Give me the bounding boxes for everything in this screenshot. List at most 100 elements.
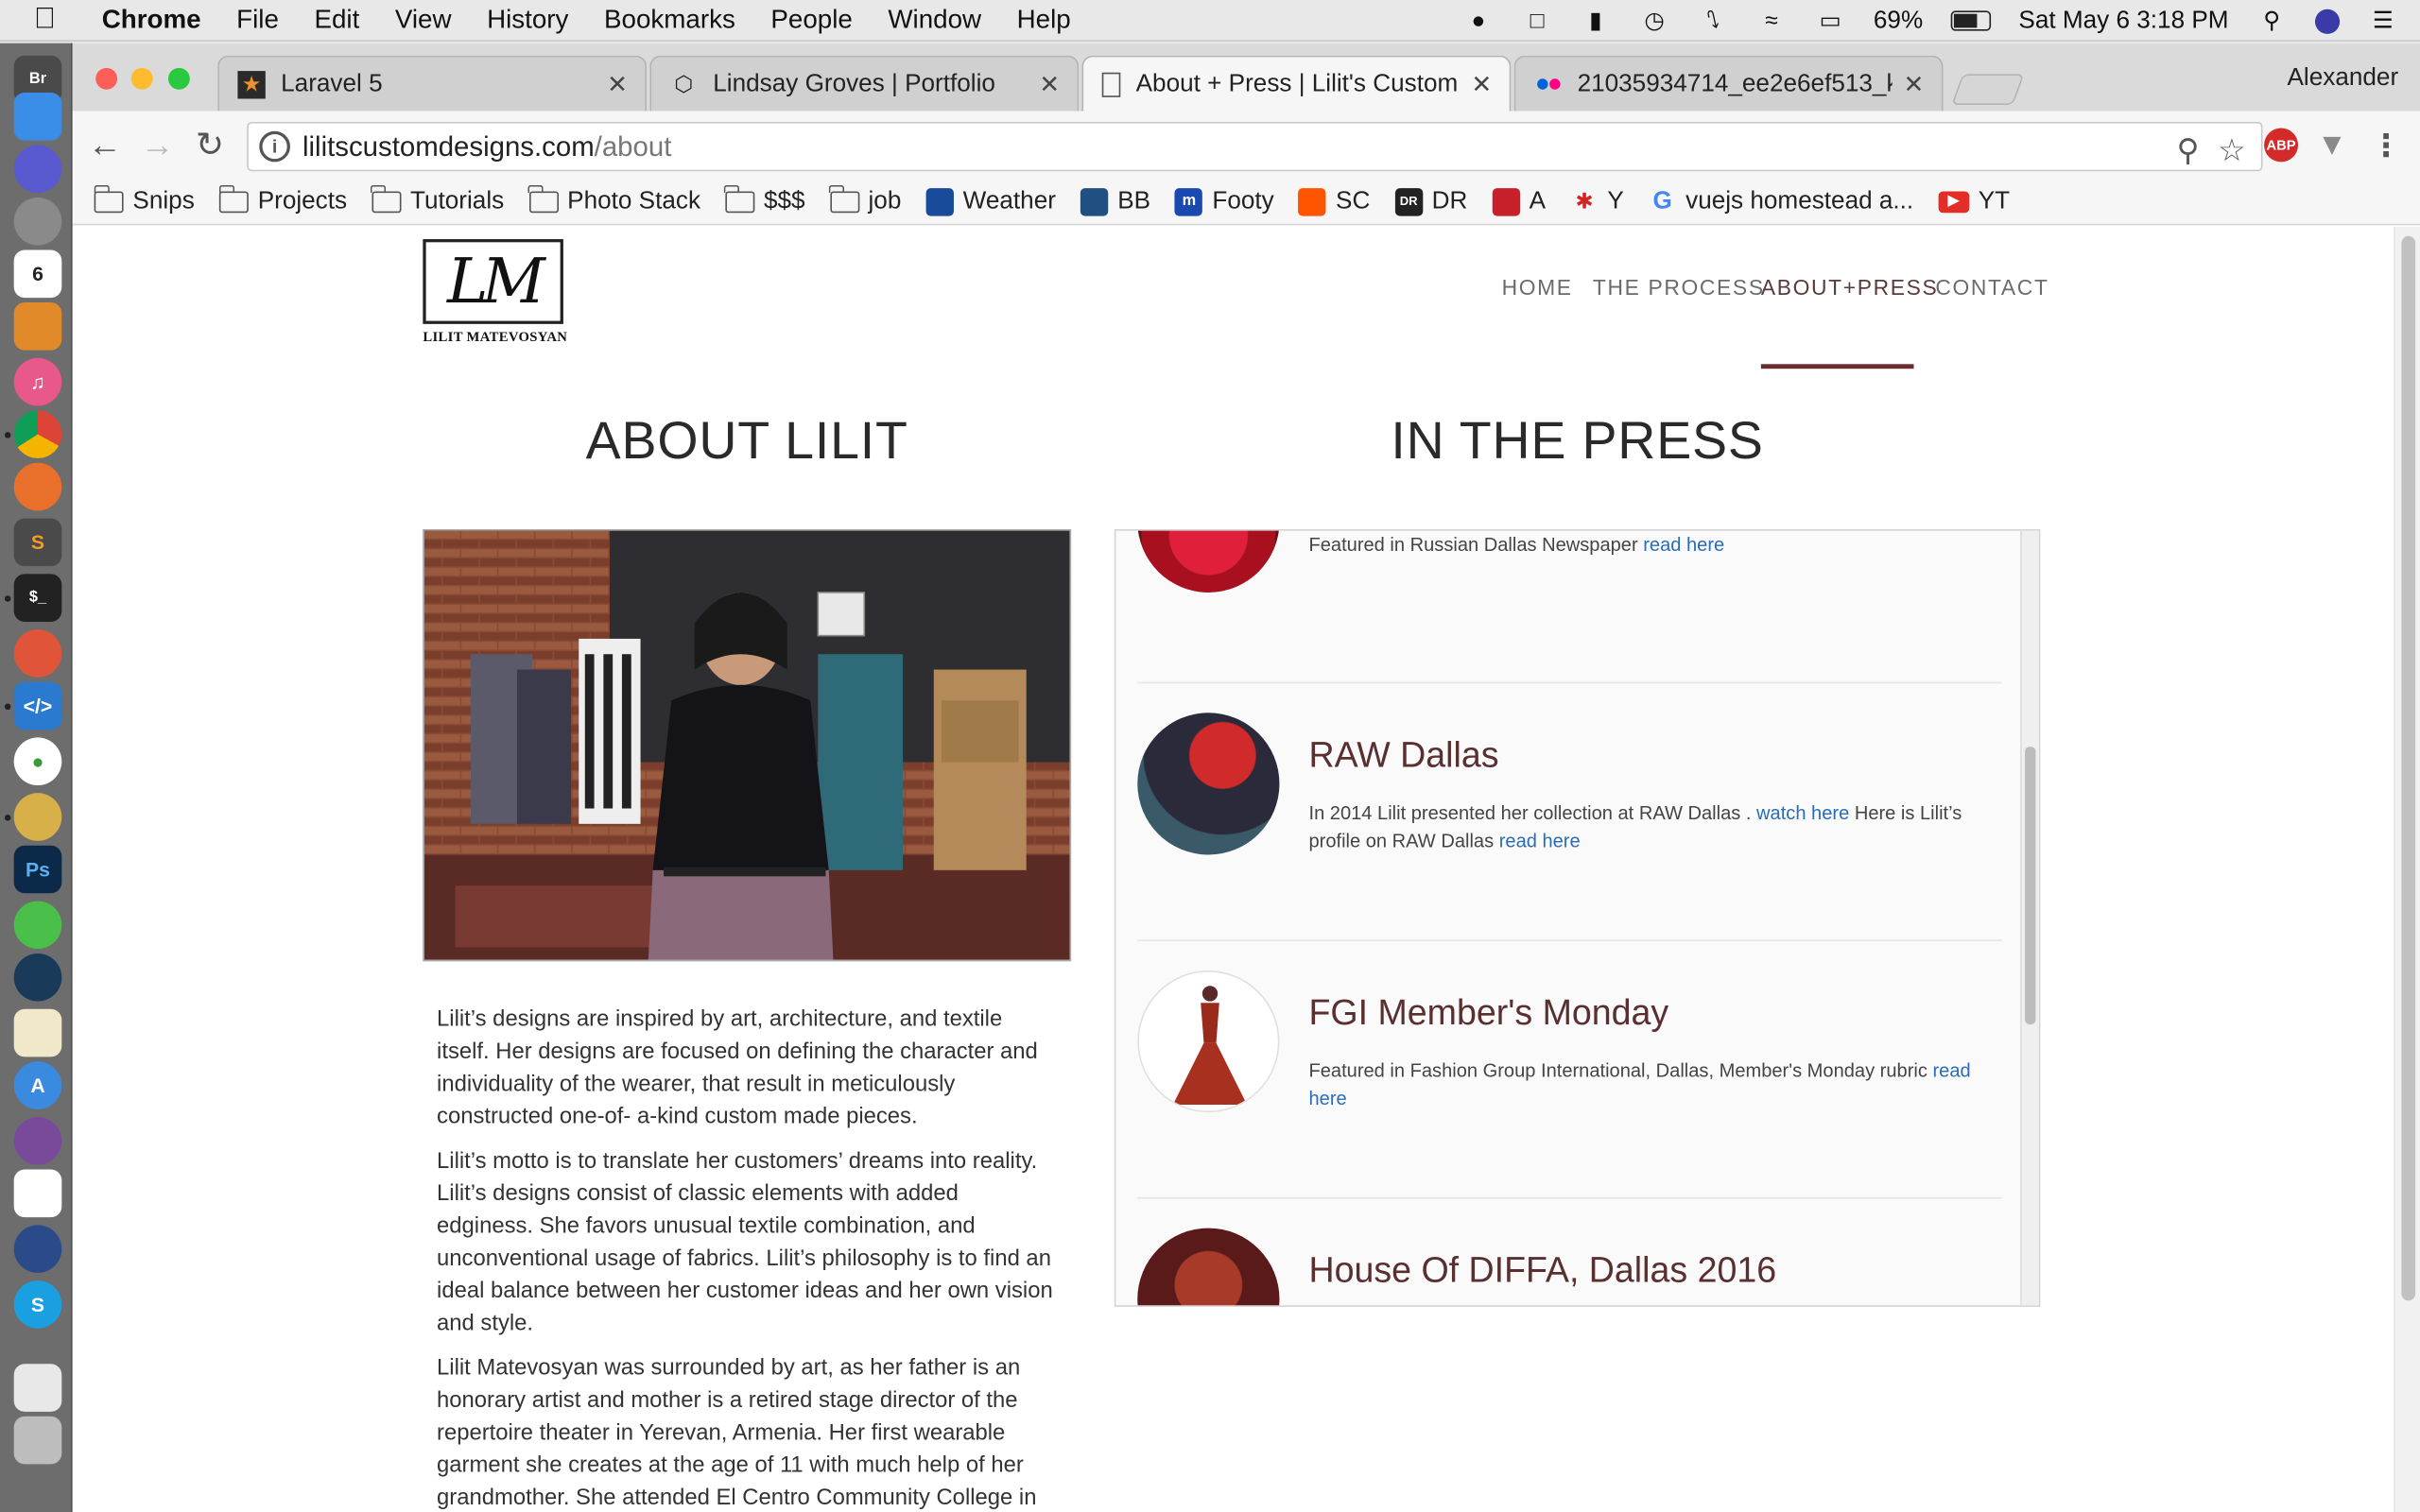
bookmark-folder-snips[interactable]: Snips <box>93 184 195 215</box>
notification-center-icon[interactable]: ☰ <box>2367 8 2398 33</box>
vue-devtools-icon[interactable]: ▼ <box>2315 128 2349 163</box>
close-tab-icon[interactable]: ✕ <box>1469 69 1494 100</box>
dock-firefox-icon[interactable] <box>13 462 62 511</box>
dock-skype-icon[interactable]: S <box>13 1280 62 1329</box>
battery-percent[interactable]: 69% <box>1874 7 1923 34</box>
dock-messages-icon[interactable] <box>13 901 62 950</box>
dock-calendar-icon[interactable]: 6 <box>13 249 62 299</box>
bookmark-sc[interactable]: SC <box>1298 187 1370 215</box>
tab-about-press[interactable]: About + Press | Lilit's Custom D ✕ <box>1081 55 1512 113</box>
dock-textedit-icon[interactable] <box>13 1008 62 1057</box>
dock-quicktime-icon[interactable] <box>13 1225 62 1273</box>
watch-here-link[interactable]: watch here <box>1756 802 1849 824</box>
new-tab-button[interactable] <box>1951 74 2025 106</box>
read-here-link[interactable]: read here <box>1499 830 1581 851</box>
time-machine-icon[interactable]: ◷ <box>1639 8 1670 33</box>
dock-documents-icon[interactable] <box>13 1364 62 1412</box>
close-tab-icon[interactable]: ✕ <box>605 69 630 100</box>
dock-system-preferences-icon[interactable] <box>13 197 62 246</box>
press-title: RAW Dallas <box>1308 734 1499 775</box>
apple-menu-icon[interactable]:  <box>34 3 71 37</box>
menu-history[interactable]: History <box>487 5 568 36</box>
battery-icon[interactable] <box>1950 10 1992 31</box>
bookmark-folder-projects[interactable]: Projects <box>218 184 347 215</box>
bookmark-weather[interactable]: Weather <box>925 187 1056 215</box>
dock-itunes-icon[interactable]: ♫ <box>13 357 62 406</box>
lock-icon[interactable]: ▮ <box>1581 8 1612 33</box>
bookmark-vuejs-homestead[interactable]: Gvuejs homestead a... <box>1649 187 1913 215</box>
bookmark-star-icon[interactable]: ☆ <box>2218 131 2245 170</box>
dock-chrome-icon[interactable] <box>13 410 62 458</box>
close-tab-icon[interactable]: ✕ <box>1901 69 1926 100</box>
dock-sequel-pro-icon[interactable] <box>13 793 62 841</box>
bookmark-footy[interactable]: m Footy <box>1175 187 1274 215</box>
menu-people[interactable]: People <box>770 5 852 36</box>
dock-trash-icon[interactable] <box>13 1416 62 1465</box>
nav-the-process[interactable]: THE PROCESS <box>1593 275 1765 300</box>
site-logo[interactable]: LM LILIT MATEVOSYAN <box>423 239 567 344</box>
tab-lindsay-groves[interactable]: ⬡ Lindsay Groves | Portfolio ✕ <box>649 55 1080 112</box>
menubar-clock[interactable]: Sat May 6 3:18 PM <box>2018 7 2228 34</box>
dock-numbers-icon[interactable] <box>13 1169 62 1218</box>
bookmark-folder-tutorials[interactable]: Tutorials <box>371 184 504 215</box>
dock-app-store-icon[interactable]: A <box>13 1061 62 1109</box>
dock-photoshop-icon[interactable]: Ps <box>13 845 62 894</box>
chrome-menu-icon[interactable]: ⋮ <box>2369 129 2403 163</box>
tab-flickr[interactable]: 21035934714_ee2e6ef513_k ✕ <box>1513 55 1944 112</box>
dock-sublime-icon[interactable]: S <box>13 518 62 567</box>
dock-paw-icon[interactable] <box>13 629 62 678</box>
nav-contact[interactable]: CONTACT <box>1935 275 2048 300</box>
close-window-button[interactable] <box>95 67 118 90</box>
menu-app-name[interactable]: Chrome <box>102 5 201 36</box>
bookmark-folder-job[interactable]: job <box>828 184 901 215</box>
address-bar[interactable]: i lilitscustomdesigns.com/about ⚲ ☆ <box>247 121 2263 172</box>
back-arrow-icon[interactable]: ← <box>85 125 125 164</box>
menu-view[interactable]: View <box>395 5 452 36</box>
press-list[interactable]: Featured in Russian Dallas Newspaper rea… <box>1114 528 2041 1307</box>
siri-icon[interactable] <box>2314 8 2341 34</box>
site-info-icon[interactable]: i <box>259 130 290 163</box>
page-scrollbar[interactable] <box>2394 226 2420 1512</box>
tab-laravel[interactable]: ★ Laravel 5 ✕ <box>217 55 648 112</box>
bookmark-a[interactable]: A <box>1492 187 1546 215</box>
dock-vscode-icon[interactable]: </> <box>13 681 62 730</box>
bookmark-bb[interactable]: BB <box>1080 187 1150 215</box>
dock-mongodb-icon[interactable]: ● <box>13 737 62 786</box>
dock-steam-icon[interactable] <box>13 953 62 1002</box>
bookmark-y[interactable]: ✱ Y <box>1570 187 1624 215</box>
dock-finder-icon[interactable] <box>13 92 62 141</box>
airplay-icon[interactable]: ▭ <box>1815 8 1846 33</box>
elephant-icon[interactable]: ● <box>1463 8 1495 33</box>
minimize-window-button[interactable] <box>130 67 153 90</box>
forward-arrow-icon[interactable]: → <box>137 125 177 164</box>
page-scrollbar-thumb[interactable] <box>2401 235 2416 1301</box>
bookmark-yt[interactable]: ▶ YT <box>1938 187 2010 215</box>
nav-about-press[interactable]: ABOUT+PRESS <box>1761 275 1939 300</box>
reload-icon[interactable]: ↻ <box>190 125 230 164</box>
dock-siri-icon[interactable] <box>13 145 62 194</box>
bluetooth-icon[interactable]: ⭛ <box>1698 8 1729 33</box>
chat-bubbles-icon[interactable]: □ <box>1522 8 1553 33</box>
nav-home[interactable]: HOME <box>1502 275 1573 300</box>
spotlight-search-icon[interactable]: ⚲ <box>2256 8 2288 33</box>
zoom-icon[interactable]: ⚲ <box>2177 131 2200 170</box>
bookmark-folder-photo-stack[interactable]: Photo Stack <box>527 184 700 215</box>
menu-help[interactable]: Help <box>1017 5 1071 36</box>
dock-calculator-icon[interactable] <box>13 301 62 351</box>
close-tab-icon[interactable]: ✕ <box>1037 69 1062 100</box>
press-list-scrollbar[interactable] <box>2020 530 2039 1306</box>
profile-name[interactable]: Alexander <box>2288 65 2399 93</box>
adblock-plus-icon[interactable]: ABP <box>2264 128 2299 163</box>
dock-terminal-icon[interactable]: $_ <box>13 574 62 622</box>
bookmark-folder-money[interactable]: $$$ <box>724 184 805 215</box>
dock-tor-icon[interactable] <box>13 1117 62 1165</box>
bookmark-dr[interactable]: DR DR <box>1394 187 1467 215</box>
menu-bookmarks[interactable]: Bookmarks <box>604 5 735 36</box>
zoom-window-button[interactable] <box>167 67 190 90</box>
folder-icon <box>724 184 755 213</box>
menu-window[interactable]: Window <box>888 5 981 36</box>
menu-file[interactable]: File <box>236 5 279 36</box>
wifi-icon[interactable]: ≈ <box>1756 8 1788 33</box>
read-here-link[interactable]: read here <box>1643 534 1724 556</box>
menu-edit[interactable]: Edit <box>314 5 359 36</box>
